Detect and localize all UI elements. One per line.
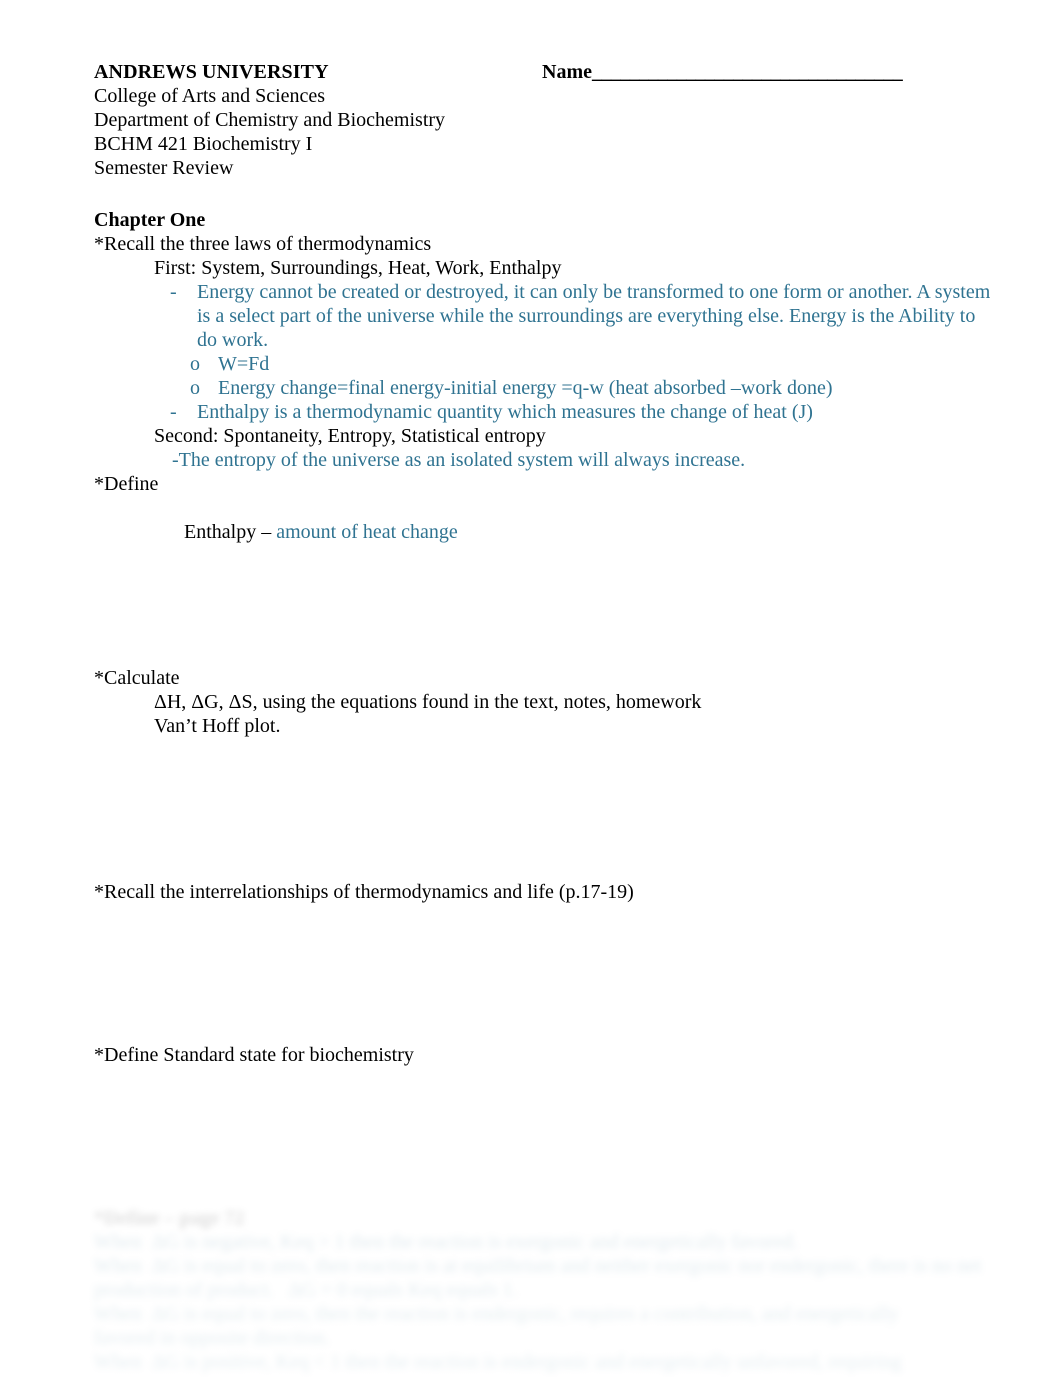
- header-line-department: Department of Chemistry and Biochemistry: [94, 109, 446, 131]
- calculate-line-vant-hoff: Van’t Hoff plot.: [154, 715, 281, 737]
- faded-line: favored in opposite direction.: [94, 1327, 330, 1349]
- first-law-label: First: System, Surroundings, Heat, Work,…: [154, 257, 562, 279]
- second-law-answer-text: -The entropy of the universe as an isola…: [172, 449, 746, 471]
- name-blank-rule: _________________________________: [591, 61, 903, 83]
- second-law-label: Second: Spontaneity, Entropy, Statistica…: [154, 425, 546, 447]
- document-header: ANDREWS UNIVERSITY Name_________________…: [94, 60, 974, 180]
- energy-change-equation-row: o Energy change=final energy-initial ene…: [190, 376, 999, 400]
- define-standard-state-prompt: *Define Standard state for biochemistry: [94, 1044, 414, 1066]
- recall-interrelationships-prompt: *Recall the interrelationships of thermo…: [94, 881, 634, 903]
- first-law-answer-text: Energy cannot be created or destroyed, i…: [197, 281, 991, 351]
- first-law-answer-row: - Energy cannot be created or destroyed,…: [170, 280, 999, 352]
- faded-line: When ΔG is equal to zero, then the react…: [94, 1303, 899, 1325]
- define-enthalpy-row: Enthalpy – amount of heat change: [154, 496, 999, 568]
- faded-line: When ΔG is positive, Keq < 1 then the re…: [94, 1351, 902, 1373]
- faded-line: When ΔG is equal to zero, then reaction …: [94, 1255, 982, 1277]
- faded-tail-region: *Define – page 72 When ΔG is negative, K…: [0, 1196, 1062, 1377]
- calculate-prompt: *Calculate: [94, 667, 180, 689]
- recall-three-laws-prompt: *Recall the three laws of thermodynamics: [94, 233, 432, 255]
- work-equation-text: W=Fd: [218, 353, 270, 375]
- document-page: ANDREWS UNIVERSITY Name_________________…: [0, 0, 1062, 1377]
- header-line-course: BCHM 421 Biochemistry I: [94, 133, 313, 155]
- work-equation-row: o W=Fd: [190, 352, 999, 376]
- university-title: ANDREWS UNIVERSITY: [94, 61, 329, 83]
- enthalpy-definition-row: - Enthalpy is a thermodynamic quantity w…: [170, 400, 999, 424]
- circle-bullet-icon: o: [190, 353, 200, 375]
- dash-bullet-icon: -: [170, 401, 177, 423]
- faded-line: production of product. ΔG = 0 equals Keq…: [94, 1279, 518, 1301]
- faded-tail-content: *Define – page 72 When ΔG is negative, K…: [94, 1206, 1014, 1374]
- dash-bullet-icon: -: [170, 281, 177, 303]
- enthalpy-definition-text: Enthalpy is a thermodynamic quantity whi…: [197, 401, 813, 423]
- name-field: Name_________________________________: [542, 60, 903, 84]
- faded-heading: *Define – page 72: [94, 1207, 245, 1229]
- document-body: Chapter One *Recall the three laws of th…: [94, 208, 999, 568]
- chapter-heading: Chapter One: [94, 209, 206, 231]
- define-prompt: *Define: [94, 473, 159, 495]
- define-enthalpy-answer: amount of heat change: [276, 521, 458, 543]
- circle-bullet-icon: o: [190, 377, 200, 399]
- calculate-line-equations: ΔH, ΔG, ΔS, using the equations found in…: [154, 691, 702, 713]
- name-label: Name: [542, 61, 592, 83]
- define-enthalpy-term: Enthalpy –: [184, 521, 277, 543]
- header-line-semester-review: Semester Review: [94, 157, 234, 179]
- faded-line: When ΔG is negative, Keq > 1 then the re…: [94, 1231, 798, 1253]
- energy-change-equation-text: Energy change=final energy-initial energ…: [218, 377, 833, 399]
- header-line-college: College of Arts and Sciences: [94, 85, 326, 107]
